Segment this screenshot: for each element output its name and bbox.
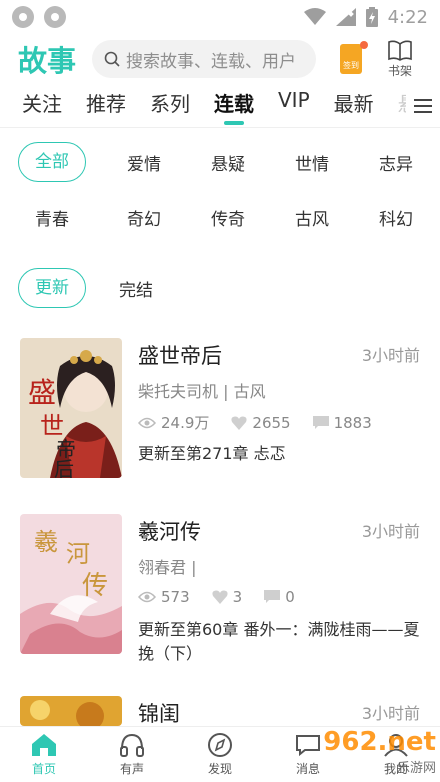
status-filters: 更新 完结 [18,268,170,308]
book-update-time: 3小时前 [361,522,420,541]
genre-chip[interactable]: 志异 [354,150,438,175]
app-logo: 故事 [18,44,77,78]
search-icon [104,51,120,67]
book-stats: 24.9万 2655 1883 [138,412,394,433]
status-chip-finished[interactable]: 完结 [102,276,170,301]
watermark-brand: 962.net [323,727,436,757]
genre-chip[interactable]: 世情 [270,150,354,175]
signal-icon [335,8,356,26]
nav-discover[interactable]: 发现 [176,727,264,782]
search-input[interactable]: 搜索故事、连载、用户 [92,40,316,78]
nav-label: 消息 [295,761,320,776]
cover-title-text: 河 [66,540,90,568]
book-item[interactable]: 盛 世 帝 后 盛世帝后 3小时前 柴托夫司机 | 古风 24.9万 2655 … [20,338,420,478]
genre-chip[interactable]: 奇幻 [102,205,186,230]
heart-icon [212,590,228,604]
tabs-menu-icon[interactable] [406,84,440,127]
views-stat: 573 [138,588,190,606]
battery-icon [365,7,378,27]
cover-title-text: 后 [54,457,74,478]
nav-label: 有声 [119,761,144,776]
likes-stat: 3 [212,588,243,606]
tab-recommend[interactable]: 推荐 [86,84,126,128]
genre-chip[interactable]: 青春 [18,205,86,230]
nav-label: 发现 [207,761,232,776]
views-count: 24.9万 [161,414,210,432]
comment-icon [312,415,329,429]
signin-label: 签到 [343,61,359,70]
book-update-time: 3小时前 [361,346,420,365]
cover-title-text: 羲 [34,528,58,556]
eye-icon [138,591,156,603]
watermark-sub: 乐游网 [396,761,436,776]
notification-dot [360,41,368,49]
genre-chip[interactable]: 古风 [270,205,354,230]
signin-icon: 签到 [340,44,362,74]
compass-icon [208,732,232,757]
book-icon [388,40,412,61]
genre-chip[interactable]: 爱情 [102,150,186,175]
bookshelf-button[interactable]: 书架 [388,40,412,79]
book-title[interactable]: 羲河传 [138,516,201,546]
heart-icon [231,416,247,430]
likes-count: 3 [232,588,243,606]
book-cover[interactable] [20,696,122,726]
comments-stat: 0 [264,588,295,606]
genre-chip[interactable]: 科幻 [354,205,438,230]
book-author[interactable]: 翎春君 | [138,554,196,578]
tab-serial[interactable]: 连载 [214,84,254,128]
app-header: 故事 搜索故事、连载、用户 签到 书架 [0,34,440,84]
comments-count: 1883 [333,413,372,432]
status-chip-updated[interactable]: 更新 [18,268,86,308]
home-icon [32,733,56,756]
book-cover[interactable]: 羲 河 传 [20,514,122,654]
likes-count: 2655 [252,413,291,432]
nav-audio[interactable]: 有声 [88,727,176,782]
book-stats: 573 3 0 [138,588,317,606]
cover-title-text: 盛 [28,376,56,409]
cover-title-text: 传 [82,571,108,601]
book-title[interactable]: 盛世帝后 [138,340,222,370]
book-title[interactable]: 锦闺 [138,698,180,726]
status-bar: 4:22 [0,0,440,34]
book-item[interactable]: 锦闺 3小时前 [20,696,420,726]
book-cover[interactable]: 盛 世 帝 后 [20,338,122,478]
tab-vip[interactable]: VIP [278,84,310,128]
tab-series[interactable]: 系列 [150,84,190,128]
genre-filters: 全部 爱情 悬疑 世情 志异 青春 奇幻 传奇 古风 科幻 [18,140,428,250]
likes-stat: 2655 [231,413,291,432]
tab-latest[interactable]: 最新 [334,84,374,128]
tab-follow[interactable]: 关注 [22,84,62,128]
comments-stat: 1883 [312,413,372,432]
nav-home[interactable]: 首页 [0,727,88,782]
signin-button[interactable]: 签到 [338,41,368,76]
site-watermark: 962.net 乐游网 [323,727,436,776]
comment-icon [264,590,281,603]
wifi-icon [303,8,326,25]
views-count: 573 [161,588,190,606]
book-update-time: 3小时前 [361,704,420,723]
category-tabs: 关注 推荐 系列 连载 VIP 最新 悬 [0,84,440,128]
book-latest-chapter[interactable]: 更新至第60章 番外一：满陇桂雨——夏挽（下） [138,618,420,666]
message-icon [296,734,320,756]
eye-icon [138,417,156,428]
book-latest-chapter[interactable]: 更新至第271章 忐忑 [138,442,420,466]
notification-icon [44,6,66,28]
book-author[interactable]: 柴托夫司机 | 古风 [138,378,266,402]
search-placeholder: 搜索故事、连载、用户 [126,51,296,72]
genre-chip[interactable]: 传奇 [186,205,270,230]
genre-chip[interactable]: 全部 [18,142,86,182]
headphones-icon [120,733,144,757]
comments-count: 0 [285,588,295,606]
views-stat: 24.9万 [138,412,209,433]
nav-label: 首页 [31,761,56,776]
genre-chip[interactable]: 悬疑 [186,150,270,175]
bookshelf-label: 书架 [388,63,413,78]
notification-icon [12,6,34,28]
cover-title-text: 世 [40,412,64,440]
clock: 4:22 [387,6,428,28]
book-item[interactable]: 羲 河 传 羲河传 3小时前 翎春君 | 573 3 0 更新至第60章 番外一… [20,514,420,663]
